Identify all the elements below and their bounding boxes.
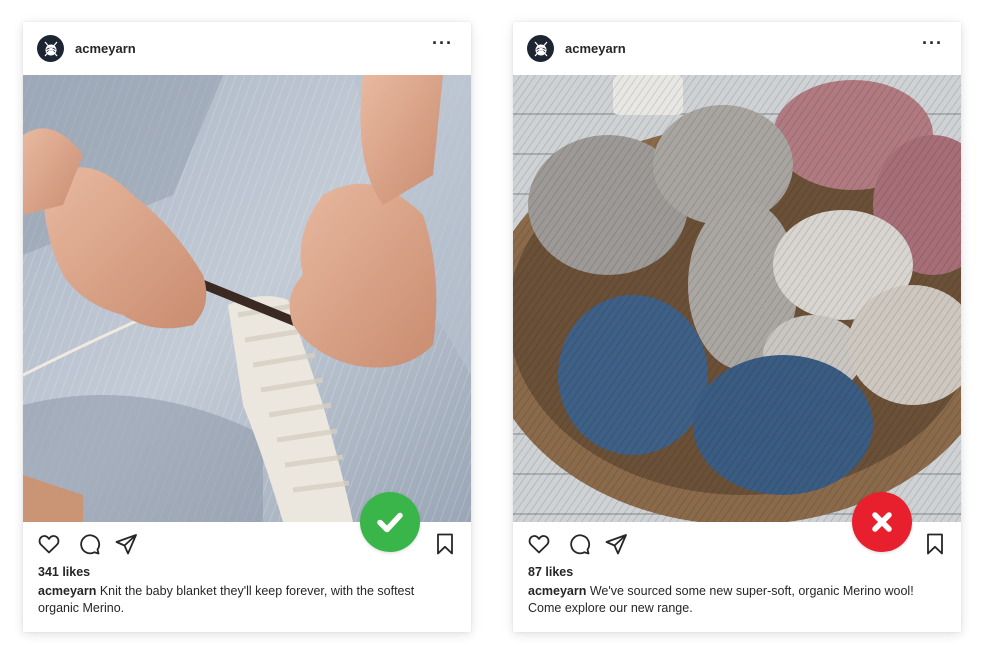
comment-icon[interactable]: [77, 532, 103, 558]
post-header: acmeyarn ···: [23, 22, 471, 75]
post-card-bad: acmeyarn ··· 87 likes acmeyarn We've sou…: [513, 22, 961, 632]
caption-text: We've sourced some new super-soft, organ…: [528, 584, 914, 615]
avatar[interactable]: [527, 35, 554, 62]
check-icon: [377, 512, 403, 533]
logo-icon: [44, 41, 57, 56]
rejected-badge: [852, 492, 912, 552]
bookmark-icon[interactable]: [923, 532, 949, 558]
caption-username[interactable]: acmeyarn: [38, 584, 96, 598]
heart-icon[interactable]: [527, 532, 553, 558]
caption-username[interactable]: acmeyarn: [528, 584, 586, 598]
post-photo-yarn-basket[interactable]: [513, 75, 961, 522]
likes-count[interactable]: 87 likes: [528, 565, 573, 579]
post-header: acmeyarn ···: [513, 22, 961, 75]
post-caption: acmeyarn Knit the baby blanket they'll k…: [38, 583, 458, 617]
post-card-good: acmeyarn ··· 341 likes acmeyarn Knit the…: [23, 22, 471, 632]
post-username[interactable]: acmeyarn: [75, 41, 136, 56]
cross-icon: [872, 512, 892, 532]
avatar[interactable]: [37, 35, 64, 62]
bookmark-icon[interactable]: [433, 532, 459, 558]
ellipsis-icon[interactable]: ···: [922, 34, 943, 52]
post-photo-knitting[interactable]: [23, 75, 471, 522]
likes-count[interactable]: 341 likes: [38, 565, 90, 579]
share-icon[interactable]: [114, 532, 140, 558]
approved-badge: [360, 492, 420, 552]
share-icon[interactable]: [604, 532, 630, 558]
ellipsis-icon[interactable]: ···: [432, 34, 453, 52]
post-caption: acmeyarn We've sourced some new super-so…: [528, 583, 948, 617]
post-username[interactable]: acmeyarn: [565, 41, 626, 56]
heart-icon[interactable]: [37, 532, 63, 558]
logo-icon: [534, 41, 547, 56]
comment-icon[interactable]: [567, 532, 593, 558]
